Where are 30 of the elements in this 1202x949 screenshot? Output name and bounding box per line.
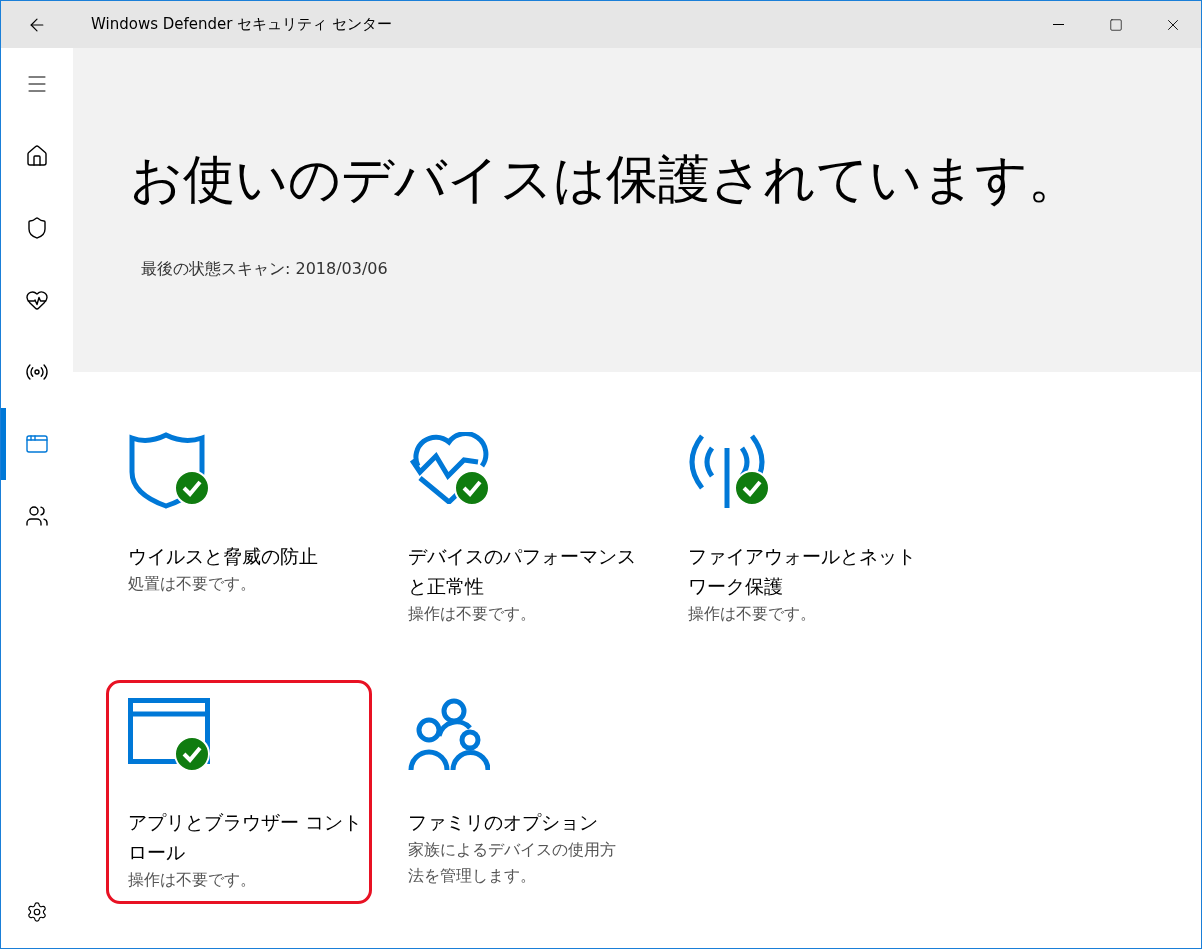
window-title: Windows Defender セキュリティ センター — [91, 14, 392, 36]
shield-icon — [25, 216, 49, 240]
status-heading: お使いのデバイスは保護されています。 — [130, 148, 1081, 211]
heart-pulse-icon — [25, 288, 49, 312]
heart-pulse-icon — [408, 432, 490, 504]
browser-window-icon — [128, 698, 210, 764]
maximize-icon — [1108, 17, 1123, 32]
settings-icon — [26, 901, 48, 923]
people-icon — [25, 504, 49, 528]
browser-window-icon — [25, 432, 49, 456]
feature-tile[interactable]: デバイスのパフォーマンスと正常性 操作は不要です。 — [386, 414, 652, 638]
tile-title: ファイアウォールとネットワーク保護 — [688, 544, 917, 599]
last-scan-text: 最後の状態スキャン: 2018/03/06 — [141, 258, 389, 280]
home-icon — [25, 144, 49, 168]
tile-status: 操作は不要です。 — [128, 869, 257, 891]
tile-status: 操作は不要です。 — [688, 603, 817, 625]
tile-status: 処置は不要です。 — [128, 573, 257, 595]
people-icon — [408, 698, 490, 770]
feature-tile[interactable]: ファミリのオプション 家族によるデバイスの使用方法を管理します。 — [386, 680, 652, 904]
tile-status: 家族によるデバイスの使用方法を管理します。 — [408, 839, 617, 887]
feature-tile[interactable]: アプリとブラウザー コントロール 操作は不要です。 — [106, 680, 372, 904]
antenna-icon — [688, 432, 766, 510]
tile-title: デバイスのパフォーマンスと正常性 — [408, 544, 637, 599]
tile-title: ウイルスと脅威の防止 — [128, 544, 319, 569]
tile-title: アプリとブラウザー コントロール — [128, 810, 364, 865]
minimize-icon — [1053, 24, 1064, 25]
tile-title: ファミリのオプション — [408, 810, 599, 835]
feature-tile[interactable]: ファイアウォールとネットワーク保護 操作は不要です。 — [666, 414, 932, 638]
tile-status: 操作は不要です。 — [408, 603, 537, 625]
feature-tile[interactable]: ウイルスと脅威の防止 処置は不要です。 — [106, 414, 372, 638]
